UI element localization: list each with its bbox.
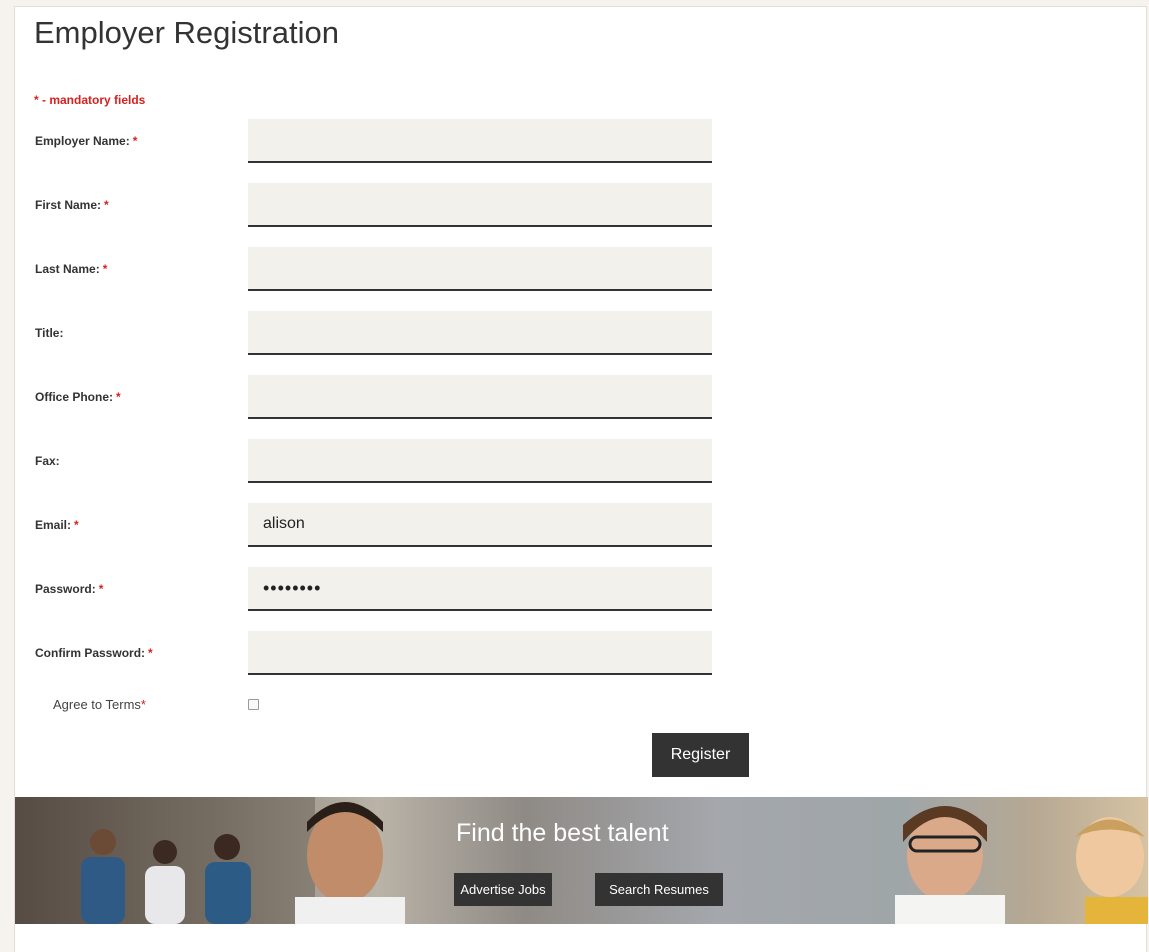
field-label: Last Name: * bbox=[35, 262, 107, 276]
employer-name-input[interactable] bbox=[248, 119, 712, 163]
required-star: * bbox=[104, 198, 109, 212]
field-label-text: Confirm Password: bbox=[35, 646, 146, 660]
email-input[interactable]: alison bbox=[248, 503, 712, 547]
field-label: Office Phone: * bbox=[35, 390, 121, 404]
form-row: Title: bbox=[15, 311, 1148, 355]
form-row: Office Phone: * bbox=[15, 375, 1148, 419]
banner-title: Find the best talent bbox=[456, 819, 669, 847]
field-label-text: Email: bbox=[35, 518, 72, 532]
field-label: Title: bbox=[35, 326, 63, 340]
field-label-text: First Name: bbox=[35, 198, 102, 212]
field-label: Employer Name: * bbox=[35, 134, 137, 148]
agree-terms-checkbox[interactable] bbox=[248, 699, 259, 710]
required-star: * bbox=[74, 518, 79, 532]
required-star: * bbox=[148, 646, 153, 660]
form-row: Fax: bbox=[15, 439, 1148, 483]
registration-card: Employer Registration * - mandatory fiel… bbox=[14, 6, 1148, 952]
field-label: First Name: * bbox=[35, 198, 109, 212]
form-row: Last Name: * bbox=[15, 247, 1148, 291]
password-input[interactable]: •••••••• bbox=[248, 567, 712, 611]
field-label-text: Password: bbox=[35, 582, 96, 596]
field-label-text: Employer Name: bbox=[35, 134, 130, 148]
field-label-text: Office Phone: bbox=[35, 390, 114, 404]
field-label: Password: * bbox=[35, 582, 103, 596]
first-name-input[interactable] bbox=[248, 183, 712, 227]
required-star: * bbox=[98, 582, 104, 596]
required-star: * bbox=[132, 134, 138, 148]
mandatory-fields-note: * - mandatory fields bbox=[34, 93, 146, 107]
last-name-input[interactable] bbox=[248, 247, 712, 291]
field-label-text: Last Name: bbox=[35, 262, 100, 276]
field-label: Fax: bbox=[35, 454, 60, 468]
office-phone-input[interactable] bbox=[248, 375, 712, 419]
field-label: Confirm Password: * bbox=[35, 646, 153, 660]
form-row: Employer Name: * bbox=[15, 119, 1148, 163]
advertise-jobs-button[interactable]: Advertise Jobs bbox=[454, 873, 552, 906]
fax-input[interactable] bbox=[248, 439, 712, 483]
required-star: * bbox=[102, 262, 108, 276]
register-button[interactable]: Register bbox=[652, 733, 749, 777]
required-star: * bbox=[116, 390, 121, 404]
confirm-password-input[interactable] bbox=[248, 631, 712, 675]
page-title: Employer Registration bbox=[34, 15, 339, 50]
required-star: * bbox=[140, 697, 146, 712]
banner-photo bbox=[15, 797, 1148, 924]
agree-terms-text: Agree to Terms bbox=[53, 697, 141, 712]
field-label: Email: * bbox=[35, 518, 79, 532]
find-talent-banner: Find the best talent Advertise Jobs Sear… bbox=[15, 797, 1148, 924]
title-input[interactable] bbox=[248, 311, 712, 355]
form-row: Email: * alison bbox=[15, 503, 1148, 547]
field-label-text: Title: bbox=[35, 326, 64, 340]
agree-terms-label: Agree to Terms* bbox=[53, 697, 146, 712]
form-row: Password: * •••••••• bbox=[15, 567, 1148, 611]
search-resumes-button[interactable]: Search Resumes bbox=[595, 873, 723, 906]
field-label-text: Fax: bbox=[35, 454, 60, 468]
form-row: Confirm Password: * bbox=[15, 631, 1148, 675]
form-row: First Name: * bbox=[15, 183, 1148, 227]
